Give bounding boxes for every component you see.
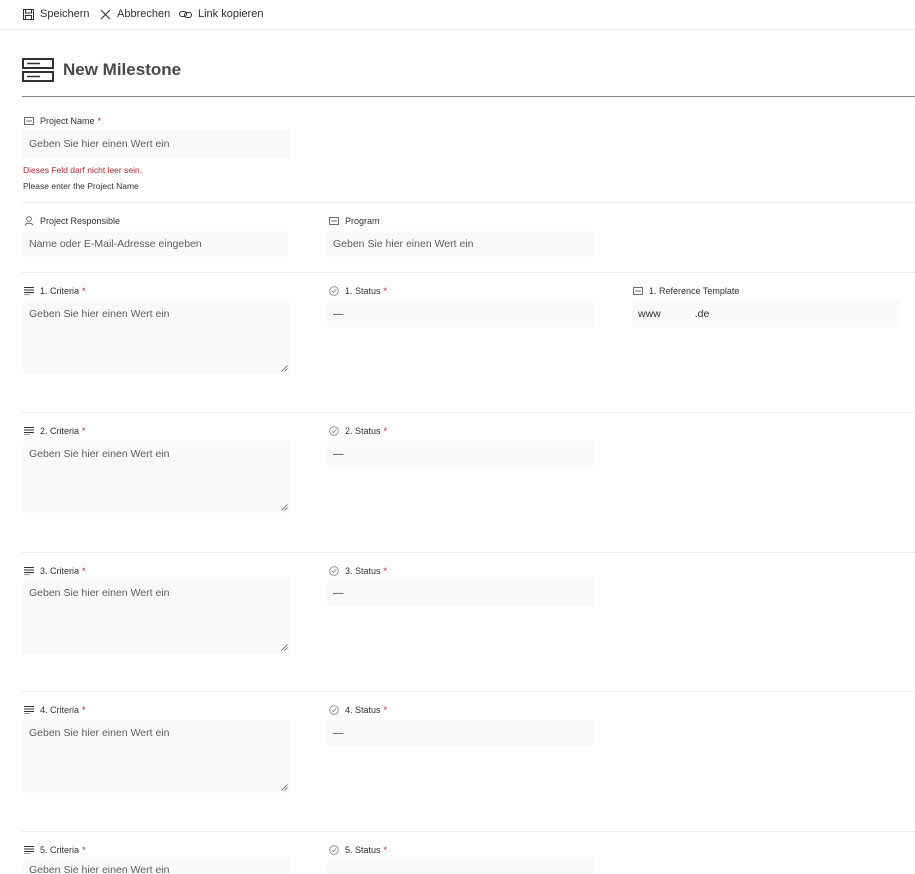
text-field-icon (633, 287, 643, 295)
status-2-label: 2. Status * (329, 424, 387, 438)
status-1-select[interactable]: — (327, 301, 594, 327)
copy-link-button-label: Link kopieren (198, 8, 264, 20)
project-name-hint: Please enter the Project Name (23, 181, 139, 191)
header-divider (22, 96, 915, 97)
text-field-icon (329, 217, 339, 225)
copy-link-button[interactable]: Link kopieren (179, 6, 263, 22)
check-circle-icon (329, 426, 339, 436)
criteria-3-label: 3. Criteria * (24, 564, 86, 578)
section-divider (22, 691, 915, 692)
save-icon (23, 8, 34, 20)
criteria-4-textarea[interactable]: Geben Sie hier einen Wert ein (23, 720, 290, 793)
status-2-select[interactable]: — (327, 441, 594, 467)
cancel-button-label: Abbrechen (117, 8, 171, 20)
section-divider (22, 272, 915, 273)
criteria-2-label: 2. Criteria * (24, 424, 86, 438)
status-3-label: 3. Status * (329, 564, 387, 578)
close-icon (100, 9, 111, 19)
program-input[interactable]: Geben Sie hier einen Wert ein (327, 231, 594, 257)
criteria-1-textarea[interactable]: Geben Sie hier einen Wert ein (23, 301, 290, 374)
multiline-text-icon (24, 706, 34, 714)
status-5-label: 5. Status * (329, 843, 387, 857)
program-label: Program (329, 214, 380, 228)
criteria-3-textarea[interactable]: Geben Sie hier einen Wert ein (23, 580, 290, 653)
page-title: New Milestone (63, 60, 182, 79)
status-5-select[interactable] (327, 860, 594, 874)
project-responsible-input[interactable]: Name oder E-Mail-Adresse eingeben (23, 231, 288, 257)
resize-handle-icon[interactable] (281, 504, 288, 511)
project-name-label: Project Name * (24, 114, 101, 128)
multiline-text-icon (24, 567, 34, 575)
resize-handle-icon[interactable] (281, 784, 288, 791)
cancel-button[interactable]: Abbrechen (100, 6, 170, 22)
section-divider (22, 831, 915, 832)
save-button[interactable]: Speichern (23, 6, 90, 22)
section-divider (22, 412, 915, 413)
project-responsible-label: Project Responsible (24, 214, 120, 228)
form-header: New Milestone (22, 56, 181, 84)
list-icon (22, 58, 54, 82)
criteria-5-label: 5. Criteria * (24, 843, 86, 857)
multiline-text-icon (24, 427, 34, 435)
criteria-2-textarea[interactable]: Geben Sie hier einen Wert ein (23, 441, 290, 513)
multiline-text-icon (24, 846, 34, 854)
criteria-1-label: 1. Criteria * (24, 284, 86, 298)
project-name-error: Dieses Feld darf nicht leer sein. (23, 165, 143, 175)
check-circle-icon (329, 286, 339, 296)
person-icon (24, 216, 34, 226)
reference-template-label: 1. Reference Template (633, 284, 739, 298)
status-4-label: 4. Status * (329, 703, 387, 717)
resize-handle-icon[interactable] (281, 365, 288, 372)
section-divider (22, 552, 915, 553)
check-circle-icon (329, 845, 339, 855)
criteria-4-label: 4. Criteria * (24, 703, 86, 717)
link-icon (179, 10, 192, 18)
command-bar: Speichern Abbrechen Link kopieren (0, 0, 915, 30)
resize-handle-icon[interactable] (281, 644, 288, 651)
multiline-text-icon (24, 287, 34, 295)
section-divider (22, 202, 915, 203)
check-circle-icon (329, 566, 339, 576)
save-button-label: Speichern (40, 8, 90, 20)
status-4-select[interactable]: — (327, 720, 594, 746)
reference-template-input[interactable]: www .de (632, 301, 899, 327)
status-1-label: 1. Status * (329, 284, 387, 298)
text-field-icon (24, 117, 34, 125)
criteria-5-textarea[interactable]: Geben Sie hier einen Wert ein (23, 860, 290, 873)
check-circle-icon (329, 705, 339, 715)
status-3-select[interactable]: — (327, 580, 594, 606)
project-name-input[interactable]: Geben Sie hier einen Wert ein (23, 131, 290, 157)
